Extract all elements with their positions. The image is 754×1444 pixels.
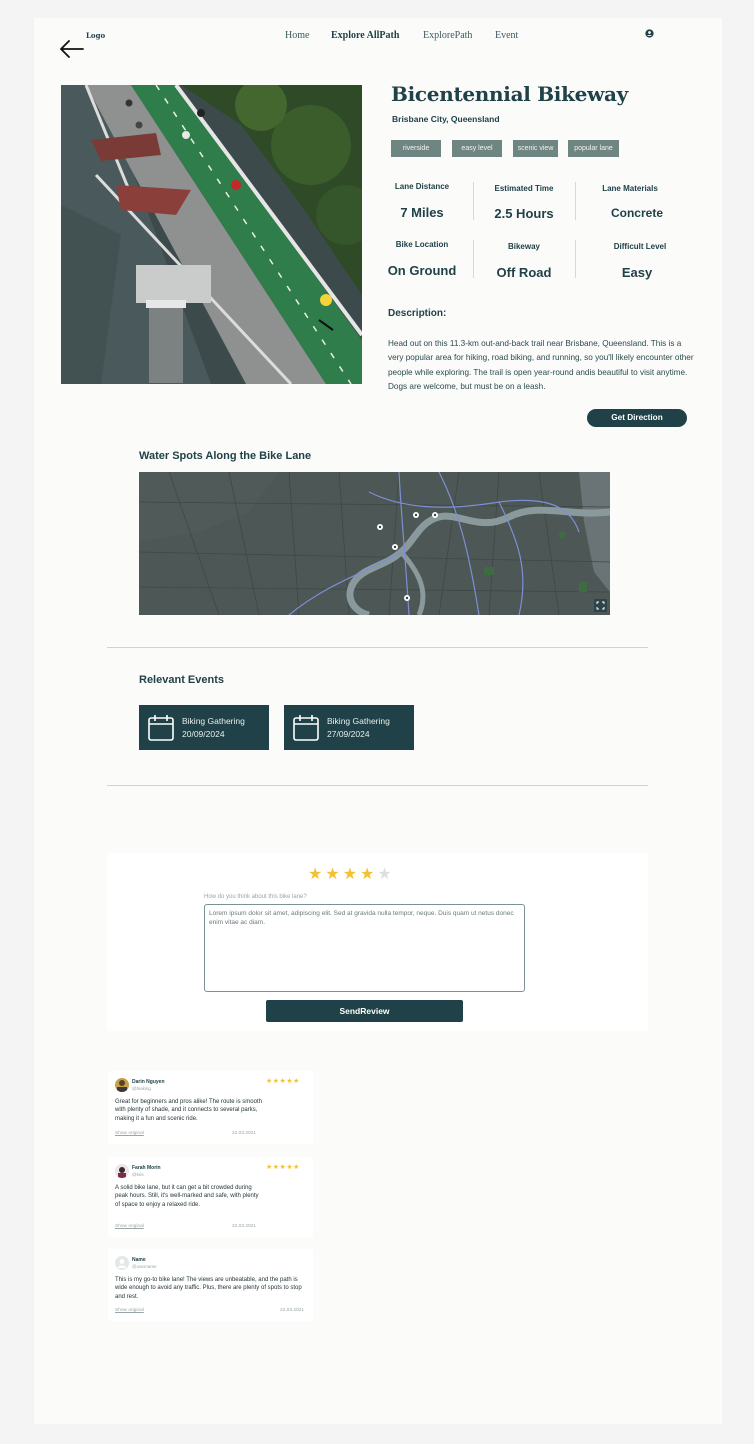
logo[interactable]: Logo xyxy=(86,31,105,40)
review-date: 22.03.2021 xyxy=(232,1131,257,1136)
event-card[interactable]: Biking Gathering 27/09/2024 xyxy=(284,705,414,750)
user-account-icon[interactable] xyxy=(645,29,654,38)
avatar xyxy=(115,1256,129,1270)
description-heading: Description: xyxy=(388,308,447,319)
get-direction-button[interactable]: Get Direction xyxy=(587,409,687,427)
star-icon[interactable]: ★ xyxy=(377,867,391,883)
stat-value-bike-location: On Ground xyxy=(387,263,457,278)
review-text: Great for beginners and pros alike! The … xyxy=(115,1099,262,1122)
stat-label-bike-location: Bike Location xyxy=(395,240,449,249)
tag-riverside[interactable]: riverside xyxy=(391,140,441,157)
show-original-link[interactable]: Show original xyxy=(115,1131,144,1136)
calendar-icon xyxy=(293,715,319,741)
review-text: A solid bike lane, but it can get a bit … xyxy=(115,1185,259,1208)
stat-value-lane-materials: Concrete xyxy=(610,206,663,220)
trail-photo xyxy=(61,85,362,384)
reviewer-name: Darin Nguyen xyxy=(132,1079,165,1085)
section-divider xyxy=(107,647,648,648)
reviewer-handle: @kris xyxy=(132,1172,144,1177)
star-icon[interactable]: ★ xyxy=(325,867,339,883)
calendar-icon xyxy=(148,715,174,741)
review-card: Darin Nguyen @biaking ★★★★★ Great for be… xyxy=(108,1071,313,1144)
event-name: Biking Gathering xyxy=(182,716,245,726)
map-expand-icon[interactable] xyxy=(594,599,607,612)
nav-explore-allpath[interactable]: Explore AllPath xyxy=(331,30,399,41)
stat-label-estimated-time: Estimated Time xyxy=(494,184,554,193)
reviewer-name: Farah Morin xyxy=(132,1165,161,1171)
event-date: 27/09/2024 xyxy=(327,729,370,739)
review-question: How do you think about this bike lane? xyxy=(204,894,307,900)
review-textarea[interactable]: Lorem ipsum dolor sit amet, adipiscing e… xyxy=(204,904,525,992)
event-card[interactable]: Biking Gathering 20/09/2024 xyxy=(139,705,269,750)
back-arrow-icon[interactable] xyxy=(60,40,84,58)
review-card: Name @username This is my go-to bike lan… xyxy=(108,1249,313,1321)
description-text: Head out on this 11.3-km out-and-back tr… xyxy=(388,339,694,392)
water-spots-map[interactable] xyxy=(139,472,610,615)
reviewer-name: Name xyxy=(132,1257,146,1263)
review-card: Farah Morin @kris ★★★★★ A solid bike lan… xyxy=(108,1157,313,1237)
star-icon[interactable]: ★ xyxy=(360,867,374,883)
stat-value-bikeway: Off Road xyxy=(496,265,552,280)
nav-home[interactable]: Home xyxy=(285,30,309,41)
show-original-link[interactable]: Show original xyxy=(115,1224,144,1229)
stat-divider xyxy=(575,182,576,220)
trail-title: Bicentennial Bikeway xyxy=(391,82,628,106)
water-spots-heading: Water Spots Along the Bike Lane xyxy=(139,450,312,462)
stat-value-estimated-time: 2.5 Hours xyxy=(494,206,554,221)
tag-scenic-view[interactable]: scenic view xyxy=(513,140,558,157)
stat-value-lane-distance: 7 Miles xyxy=(400,205,444,220)
avatar xyxy=(115,1164,129,1178)
event-date: 20/09/2024 xyxy=(182,729,225,739)
review-date: 22.03.2021 xyxy=(232,1224,257,1229)
trail-location: Brisbane City, Queensland xyxy=(392,114,500,124)
nav-event[interactable]: Event xyxy=(495,30,518,41)
reviewer-handle: @username xyxy=(132,1264,157,1269)
star-icon[interactable]: ★ xyxy=(343,867,357,883)
reviewer-handle: @biaking xyxy=(132,1086,151,1091)
stat-value-difficult-level: Easy xyxy=(621,265,653,280)
tag-easy-level[interactable]: easy level xyxy=(452,140,502,157)
tag-popular-lane[interactable]: popular lane xyxy=(568,140,619,157)
stat-label-lane-materials: Lane Materials xyxy=(602,184,658,193)
stat-divider xyxy=(473,182,474,220)
nav-explorepath[interactable]: ExplorePath xyxy=(423,30,472,41)
relevant-events-heading: Relevant Events xyxy=(139,674,224,686)
stat-label-bikeway: Bikeway xyxy=(507,242,541,251)
star-rating-input[interactable]: ★ ★ ★ ★ ★ xyxy=(308,867,392,883)
show-original-link[interactable]: Show original xyxy=(115,1308,144,1313)
section-divider xyxy=(107,785,648,786)
star-icon[interactable]: ★ xyxy=(308,867,322,883)
event-name: Biking Gathering xyxy=(327,716,390,726)
avatar xyxy=(115,1078,129,1092)
review-date: 22.03.2021 xyxy=(280,1308,305,1313)
stat-label-lane-distance: Lane Distance xyxy=(394,182,450,191)
stat-label-difficult-level: Difficult Level xyxy=(613,242,667,251)
send-review-button[interactable]: SendReview xyxy=(266,1000,463,1022)
review-text: This is my go-to bike lane! The views ar… xyxy=(115,1277,302,1300)
review-stars: ★★★★★ xyxy=(266,1164,300,1171)
stat-divider xyxy=(473,240,474,278)
review-stars: ★★★★★ xyxy=(266,1078,300,1085)
stat-divider xyxy=(575,240,576,278)
